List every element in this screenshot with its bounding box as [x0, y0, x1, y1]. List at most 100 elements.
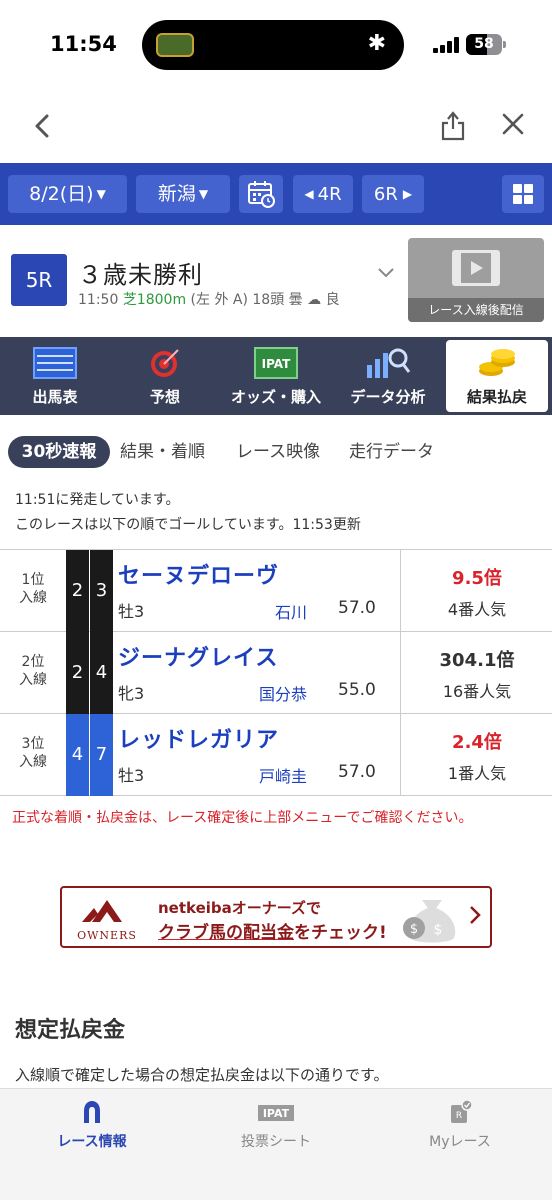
caret-down-icon: ▼	[96, 187, 106, 201]
calendar-button[interactable]	[239, 175, 283, 213]
caret-down-icon: ▼	[198, 187, 209, 201]
close-icon[interactable]	[498, 107, 528, 143]
odds-cell: 9.5倍 4番人気	[400, 550, 552, 632]
menu-label: 予想	[149, 388, 180, 406]
race-video-thumbnail[interactable]: レース入線後配信	[408, 238, 544, 322]
ipat-sheet-label: IPAT	[263, 1107, 290, 1120]
next-race-button[interactable]: 6R ▶	[362, 175, 424, 213]
date-selector[interactable]: 8/2(日) ▼	[8, 175, 127, 213]
prev-race-button[interactable]: ◀ 4R	[293, 175, 353, 213]
jockey-name[interactable]: 石川	[275, 599, 307, 623]
carried-weight: 55.0	[338, 680, 376, 700]
battery-tip	[503, 41, 506, 48]
date-label: 8/2(日)	[29, 183, 94, 205]
horseshoe-icon	[84, 1101, 100, 1123]
share-icon[interactable]	[438, 107, 468, 143]
next-race-label: 6R	[373, 184, 398, 205]
owners-banner[interactable]: OWNERS netkeibaオーナーズで クラブ馬の配当金をチェック! $ $	[60, 886, 492, 948]
horse-name[interactable]: セーヌデローヴ	[118, 558, 279, 590]
rank-cell: 3位 入線	[0, 714, 66, 796]
expand-chevron-icon[interactable]	[376, 262, 396, 287]
banner-emphasis: クラブ馬の配当金	[158, 923, 294, 943]
popularity: 1番人気	[447, 764, 507, 783]
frame-number: 4	[66, 714, 89, 796]
top-navigation	[0, 95, 552, 159]
jockey-name[interactable]: 戸崎圭	[259, 763, 307, 787]
win-odds: 2.4倍	[452, 732, 502, 753]
battery-level: 58	[474, 36, 494, 52]
owners-logo-text: OWNERS	[77, 929, 137, 942]
chevron-right-icon	[468, 904, 482, 931]
coins-icon	[479, 349, 515, 376]
horse-number: 3	[90, 550, 113, 632]
svg-text:$: $	[434, 922, 443, 938]
my-race-icon: R	[451, 1099, 473, 1123]
goal-message: このレースは以下の順でゴールしています。11:53更新	[15, 517, 361, 533]
track-going: 良	[325, 292, 340, 308]
table-row[interactable]: 1位 入線 2 3 セーヌデローヴ 牡3 石川 57.0 9.5倍 4番人気	[0, 550, 552, 632]
popularity: 16番人気	[442, 682, 512, 701]
tab-race-info[interactable]: レース情報	[0, 1099, 184, 1151]
race-title: ３歳未勝利	[78, 261, 203, 289]
rank-status: 入線	[19, 590, 47, 606]
status-bar: 11:54 ✱ 58	[0, 0, 552, 90]
banner-subline: クラブ馬の配当金をチェック!	[158, 918, 387, 943]
results-table: 1位 入線 2 3 セーヌデローヴ 牡3 石川 57.0 9.5倍 4番人気 2位…	[0, 549, 552, 796]
cellular-signal-icon	[433, 37, 461, 53]
carried-weight: 57.0	[338, 598, 376, 618]
race-number-badge: 5R	[11, 254, 67, 306]
carried-weight: 57.0	[338, 762, 376, 782]
race-selector-bar: 8/2(日) ▼ 新潟 ▼ ◀ 4R 6R ▶	[0, 163, 552, 225]
category-menu: 出馬表 予想 IPAT オッズ・購入 データ分析 結果払戻	[0, 337, 552, 415]
venue-selector[interactable]: 新潟 ▼	[136, 175, 230, 213]
menu-odds-purchase[interactable]: IPAT オッズ・購入	[220, 337, 332, 415]
menu-label: オッズ・購入	[230, 388, 321, 406]
win-odds: 304.1倍	[439, 650, 515, 671]
banner-subline-rest: をチェック!	[294, 923, 387, 943]
cloudy-icon: ☁	[307, 292, 322, 308]
grid-icon	[513, 184, 533, 204]
tab-running-data[interactable]: 走行データ	[349, 436, 434, 468]
sex-age: 牝3	[118, 684, 145, 703]
grid-menu-button[interactable]	[502, 175, 544, 213]
rank-cell: 2位 入線	[0, 632, 66, 714]
odds-cell: 2.4倍 1番人気	[400, 714, 552, 796]
prev-race-label: 4R	[317, 184, 342, 205]
horse-name[interactable]: ジーナグレイス	[118, 640, 278, 672]
tab-bet-sheet[interactable]: IPAT 投票シート	[184, 1099, 368, 1151]
tab-label: Myレース	[429, 1134, 491, 1150]
tab-race-video[interactable]: レース映像	[236, 436, 320, 468]
menu-label: 結果払戻	[466, 388, 527, 406]
tab-30sec-flash[interactable]: 30秒速報	[8, 436, 110, 468]
target-icon	[151, 349, 179, 377]
estimated-payout-title: 想定払戻金	[15, 1018, 126, 1043]
horse-name[interactable]: レッドレガリア	[118, 722, 279, 754]
calendar-refresh-icon	[248, 181, 275, 208]
menu-prediction[interactable]: 予想	[110, 337, 220, 415]
table-row[interactable]: 2位 入線 2 4 ジーナグレイス 牝3 国分恭 55.0 304.1倍 16番人…	[0, 632, 552, 714]
rank: 3位	[21, 736, 45, 752]
my-race-badge: R	[456, 1111, 462, 1121]
ipat-sheet-icon: IPAT	[258, 1105, 294, 1121]
menu-race-card[interactable]: 出馬表	[0, 337, 110, 415]
tab-label: 投票シート	[241, 1134, 311, 1150]
tab-my-race[interactable]: R Myレース	[368, 1099, 552, 1151]
popularity: 4番人気	[447, 600, 507, 619]
start-message: 11:51に発走しています。	[15, 492, 180, 508]
chart-magnifier-icon	[367, 348, 411, 378]
rank-cell: 1位 入線	[0, 550, 66, 632]
menu-results-payout[interactable]: 結果払戻	[446, 340, 548, 412]
sex-age: 牡3	[118, 766, 145, 785]
rank-status: 入線	[19, 672, 47, 688]
table-row[interactable]: 3位 入線 4 7 レッドレガリア 牡3 戸崎圭 57.0 2.4倍 1番人気	[0, 714, 552, 796]
horse-number: 7	[90, 714, 113, 796]
menu-label: 出馬表	[32, 388, 78, 406]
back-icon[interactable]	[28, 109, 58, 143]
svg-text:$: $	[410, 922, 418, 937]
jockey-name[interactable]: 国分恭	[259, 681, 307, 705]
tab-results-order[interactable]: 結果・着順	[120, 436, 205, 468]
ipat-icon: IPAT	[254, 347, 298, 379]
bluetooth-icon: ✱	[367, 31, 386, 56]
menu-data-analysis[interactable]: データ分析	[332, 337, 444, 415]
frame-number: 2	[66, 632, 89, 714]
